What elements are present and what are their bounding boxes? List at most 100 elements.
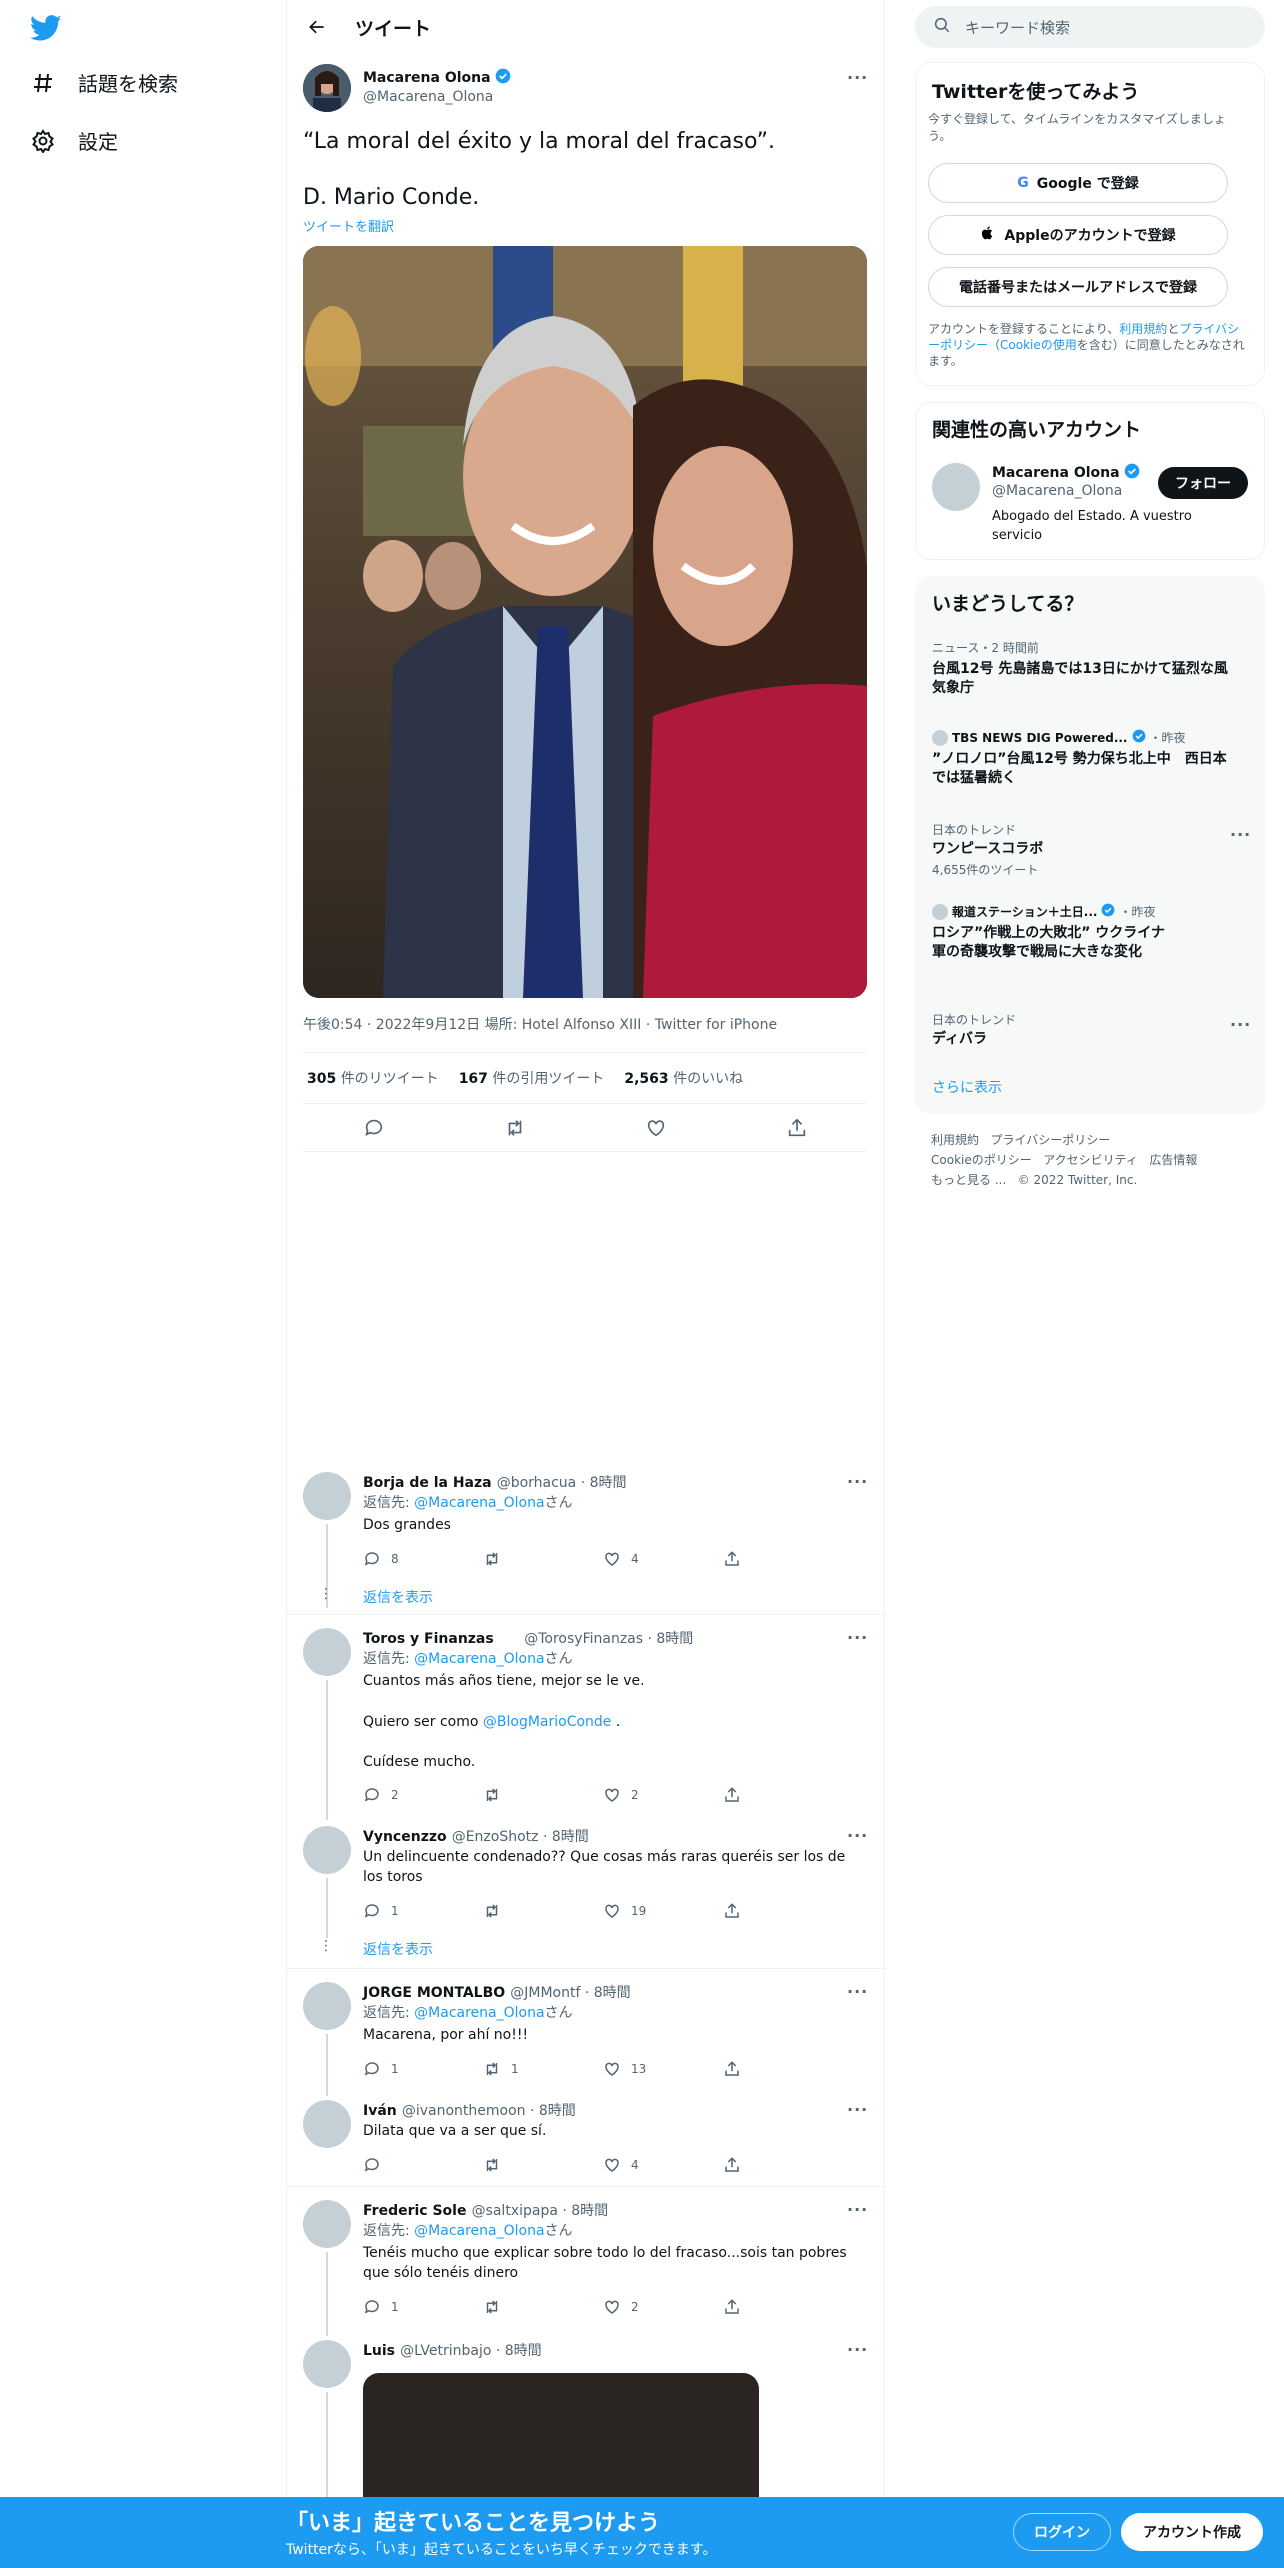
- reply-handle[interactable]: @ivanonthemoon · 8時間: [402, 2103, 576, 2119]
- reply-name[interactable]: Frederic Sole: [363, 2203, 466, 2219]
- avatar[interactable]: [303, 2100, 351, 2148]
- login-button[interactable]: ログイン: [1013, 2513, 1111, 2551]
- reply-name[interactable]: Toros y Finanzas: [363, 1631, 494, 1647]
- like-icon[interactable]: 19: [603, 1902, 723, 1920]
- twitter-logo-icon[interactable]: [29, 12, 62, 44]
- like-icon[interactable]: 2: [603, 1786, 723, 1804]
- reply-handle[interactable]: @EnzoShotz · 8時間: [452, 1829, 589, 1845]
- signup-button[interactable]: アカウント作成: [1121, 2513, 1263, 2551]
- avatar[interactable]: [303, 1628, 351, 1676]
- retweet-count[interactable]: 305 件のリツイート: [307, 1068, 439, 1088]
- retweet-icon[interactable]: [483, 2156, 603, 2174]
- reply-handle[interactable]: @LVetrinbajo · 8時間: [400, 2343, 542, 2359]
- author-name-row[interactable]: Macarena Olona: [363, 68, 511, 88]
- follow-button[interactable]: フォロー: [1158, 467, 1248, 499]
- more-icon[interactable]: ···: [1230, 1015, 1251, 1034]
- reply-handle[interactable]: @borhacua · 8時間: [497, 1475, 627, 1491]
- mention-link[interactable]: @BlogMarioConde: [483, 1714, 612, 1730]
- back-arrow-icon[interactable]: [299, 9, 335, 45]
- trend-item[interactable]: ニュース・2 時間前 台風12号 先島諸島では13日にかけて猛烈な風 気象庁: [932, 639, 1232, 698]
- like-icon[interactable]: 4: [603, 2156, 723, 2174]
- more-icon[interactable]: ···: [847, 1982, 868, 2001]
- trend-item[interactable]: 日本のトレンド ワンピースコラボ 4,655件のツイート: [932, 821, 1232, 878]
- retweet-icon[interactable]: [483, 1902, 603, 1920]
- avatar[interactable]: [303, 2340, 351, 2388]
- trend-item[interactable]: TBS NEWS DIG Powered... ・昨夜 ”ノロノロ”台風12号 勢…: [932, 729, 1232, 788]
- nav-explore[interactable]: 話題を検索: [30, 68, 178, 97]
- share-icon[interactable]: [723, 1786, 843, 1804]
- reply-handle[interactable]: @TorosyFinanzas · 8時間: [524, 1631, 693, 1647]
- quote-count[interactable]: 167 件の引用ツイート: [459, 1068, 605, 1088]
- more-icon[interactable]: ···: [1230, 825, 1251, 844]
- more-icon[interactable]: ···: [847, 1826, 868, 1845]
- share-icon[interactable]: [723, 1550, 843, 1568]
- reply-name[interactable]: Vyncenzzo: [363, 1829, 447, 1845]
- like-icon[interactable]: 2: [603, 2298, 723, 2316]
- footer-link[interactable]: プライバシーポリシー: [990, 1133, 1110, 1147]
- apple-signup-button[interactable]: Appleのアカウントで登録: [928, 215, 1228, 255]
- search-input[interactable]: キーワード検索: [915, 6, 1265, 48]
- avatar[interactable]: [303, 2200, 351, 2248]
- nav-settings[interactable]: 設定: [30, 126, 118, 155]
- footer-link[interactable]: もっと見る ...: [931, 1173, 1006, 1187]
- author-avatar[interactable]: [303, 64, 351, 112]
- more-icon[interactable]: ···: [847, 1628, 868, 1647]
- reply-icon[interactable]: 1: [363, 2060, 483, 2078]
- share-icon[interactable]: [785, 1116, 809, 1140]
- reply-name[interactable]: Borja de la Haza: [363, 1475, 492, 1491]
- footer-link[interactable]: Cookieのポリシー: [931, 1153, 1032, 1167]
- reply-icon[interactable]: 1: [363, 1902, 483, 1920]
- retweet-icon[interactable]: 1: [483, 2060, 603, 2078]
- like-icon[interactable]: 13: [603, 2060, 723, 2078]
- share-icon[interactable]: [723, 2060, 843, 2078]
- avatar[interactable]: [303, 1982, 351, 2030]
- reply-icon[interactable]: [362, 1116, 386, 1140]
- share-icon[interactable]: [723, 2298, 843, 2316]
- google-signup-button[interactable]: G Google で登録: [928, 163, 1228, 203]
- show-more-link[interactable]: さらに表示: [932, 1077, 1002, 1097]
- more-icon[interactable]: ···: [847, 2340, 868, 2359]
- retweet-icon[interactable]: [503, 1116, 527, 1140]
- reply-handle[interactable]: @saltxipapa · 8時間: [472, 2203, 609, 2219]
- author-handle[interactable]: @Macarena_Olona: [363, 89, 493, 105]
- trend-item[interactable]: 報道ステーション＋土日... ・昨夜 ロシア”作戦上の大敗北” ウクライナ軍の奇襲…: [932, 903, 1172, 962]
- share-icon[interactable]: [723, 2156, 843, 2174]
- reply-media[interactable]: [363, 2373, 759, 2503]
- cookie-link[interactable]: Cookieの使用: [1000, 338, 1077, 352]
- retweet-icon[interactable]: [483, 2298, 603, 2316]
- related-handle[interactable]: @Macarena_Olona: [992, 483, 1122, 499]
- reply-icon[interactable]: 1: [363, 2298, 483, 2316]
- footer-link[interactable]: 利用規約: [931, 1133, 979, 1147]
- reply-handle[interactable]: @JMMontf · 8時間: [510, 1985, 630, 2001]
- more-icon[interactable]: ···: [847, 2200, 868, 2219]
- avatar[interactable]: [303, 1826, 351, 1874]
- reply-name[interactable]: Iván: [363, 2103, 397, 2119]
- terms-link[interactable]: 利用規約: [1119, 322, 1167, 336]
- retweet-icon[interactable]: [483, 1786, 603, 1804]
- reply-icon[interactable]: 8: [363, 1550, 483, 1568]
- more-icon[interactable]: ···: [847, 2100, 868, 2119]
- related-name[interactable]: Macarena Olona: [992, 465, 1120, 481]
- show-replies-link[interactable]: 返信を表示: [363, 1587, 433, 1607]
- footer-link[interactable]: アクセシビリティ: [1043, 1153, 1138, 1167]
- share-icon[interactable]: [723, 1902, 843, 1920]
- retweet-icon[interactable]: [483, 1550, 603, 1568]
- phone-email-signup-button[interactable]: 電話番号またはメールアドレスで登録: [928, 267, 1228, 307]
- like-icon[interactable]: [644, 1116, 668, 1140]
- reply-icon[interactable]: [363, 2156, 483, 2174]
- more-icon[interactable]: ···: [847, 68, 868, 87]
- more-icon[interactable]: ···: [847, 1472, 868, 1491]
- like-icon[interactable]: 4: [603, 1550, 723, 1568]
- avatar[interactable]: [932, 463, 980, 511]
- tweet-photo[interactable]: [303, 246, 867, 998]
- show-replies-link[interactable]: 返信を表示: [363, 1939, 433, 1959]
- trend-item[interactable]: 日本のトレンド ディバラ: [932, 1011, 1232, 1049]
- like-count[interactable]: 2,563 件のいいね: [624, 1068, 743, 1088]
- reply-name[interactable]: JORGE MONTALBO: [363, 1985, 505, 2001]
- translate-link[interactable]: ツイートを翻訳: [303, 216, 394, 235]
- avatar[interactable]: [303, 1472, 351, 1520]
- bottom-subtitle: Twitterなら、「いま」起きていることをいち早くチェックできます。: [286, 2542, 717, 2558]
- reply-name[interactable]: Luis: [363, 2343, 395, 2359]
- reply-icon[interactable]: 2: [363, 1786, 483, 1804]
- footer-link[interactable]: 広告情報: [1149, 1153, 1197, 1167]
